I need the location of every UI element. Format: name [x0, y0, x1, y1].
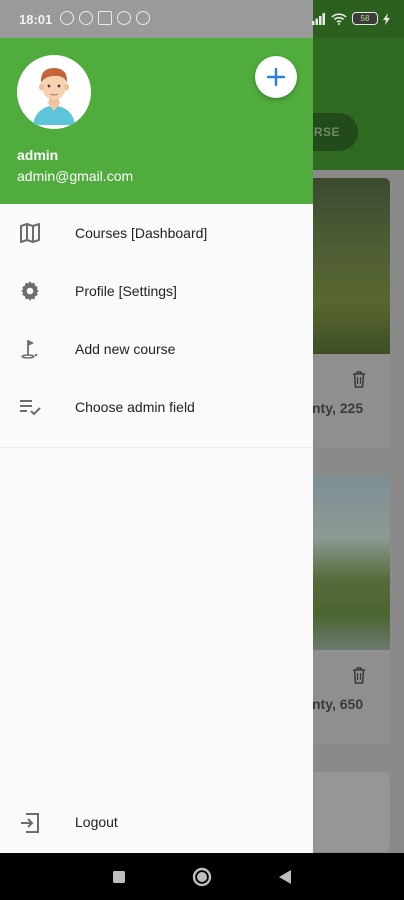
logout-item[interactable]: Logout — [0, 795, 313, 851]
user-avatar-icon — [17, 55, 91, 129]
menu-item-courses[interactable]: Courses [Dashboard] — [0, 204, 313, 262]
circle-icon — [192, 867, 212, 887]
logout-label: Logout — [75, 814, 118, 830]
avatar[interactable] — [17, 55, 91, 129]
delete-icon — [353, 667, 365, 684]
menu-item-label: Add new course — [75, 341, 176, 357]
system-icons: 58 — [312, 12, 391, 25]
menu-divider — [0, 447, 313, 448]
recents-button[interactable] — [107, 865, 131, 889]
drawer-header: admin admin@gmail.com — [0, 38, 313, 204]
user-name: admin — [17, 147, 59, 163]
whatsapp-icon — [79, 11, 93, 25]
checklist-icon — [20, 400, 41, 416]
sync-icon — [117, 11, 131, 25]
status-time: 18:01 — [19, 12, 53, 27]
plus-icon — [266, 67, 286, 87]
charging-icon — [383, 12, 390, 25]
menu-item-label: Choose admin field — [75, 399, 195, 415]
delete-icon — [353, 371, 365, 388]
golf-flag-icon — [21, 340, 38, 359]
home-button[interactable] — [190, 865, 214, 889]
back-triangle-icon — [279, 870, 291, 884]
gear-icon — [21, 281, 39, 301]
system-navigation-bar — [0, 853, 404, 900]
linkedin-icon — [98, 11, 112, 25]
notification-icon — [136, 11, 150, 25]
square-icon — [113, 871, 125, 883]
course-location: nty, 225 — [312, 400, 364, 416]
menu-item-label: Courses [Dashboard] — [75, 225, 208, 241]
course-location: nty, 650 — [312, 696, 364, 712]
user-email: admin@gmail.com — [17, 168, 134, 184]
logout-icon — [21, 813, 39, 833]
menu-item-profile[interactable]: Profile [Settings] — [0, 262, 313, 320]
wifi-icon — [331, 12, 347, 25]
notification-icons — [60, 11, 150, 25]
back-button[interactable] — [273, 865, 297, 889]
add-fab-button[interactable] — [255, 56, 297, 98]
map-icon — [20, 223, 40, 243]
battery-icon: 58 — [352, 12, 378, 25]
alarm-icon — [60, 11, 74, 25]
menu-item-choose-admin-field[interactable]: Choose admin field — [0, 378, 313, 436]
menu-item-add-course[interactable]: Add new course — [0, 320, 313, 378]
drawer-menu: Courses [Dashboard] Profile [Settings] A… — [0, 204, 313, 448]
navigation-drawer: admin admin@gmail.com Courses [Dashboard… — [0, 38, 313, 853]
menu-item-label: Profile [Settings] — [75, 283, 177, 299]
signal-icon — [312, 12, 325, 25]
